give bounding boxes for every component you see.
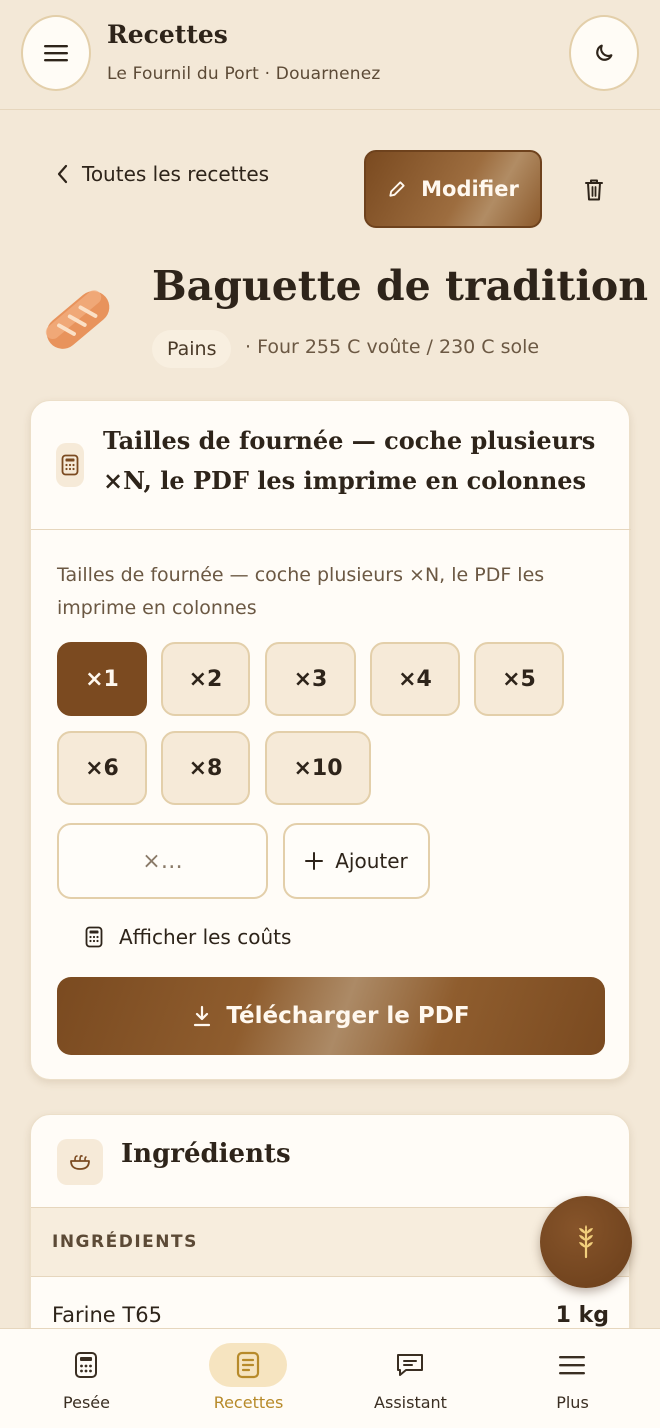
back-link-label: Toutes les recettes (82, 162, 270, 186)
show-costs-label: Afficher les coûts (119, 925, 292, 949)
document-icon (236, 1351, 260, 1379)
app-subtitle: Le Fournil du Port · Douarnenez (107, 64, 381, 84)
menu-button[interactable] (21, 15, 91, 91)
nav-item-assistant[interactable]: Assistant (328, 1329, 493, 1428)
recipe-title: Baguette de tradition (152, 262, 649, 310)
theme-toggle-button[interactable] (569, 15, 639, 91)
chevron-left-icon (57, 164, 68, 184)
moon-icon (596, 44, 613, 61)
menu-icon (559, 1356, 585, 1375)
multiplier-x10-button[interactable]: ×10 (265, 731, 371, 805)
nav-pill (209, 1343, 287, 1387)
ingredient-quantity: 1 kg (555, 1303, 609, 1328)
hamburger-icon (44, 45, 68, 62)
multiplier-x2-button[interactable]: ×2 (161, 642, 250, 716)
bread-icon (38, 278, 118, 362)
edit-button[interactable]: Modifier (364, 150, 542, 228)
oven-temperature: · Four 255 C voûte / 230 C sole (245, 336, 540, 358)
nav-label: Recettes (213, 1393, 284, 1412)
multiplier-x4-button[interactable]: ×4 (370, 642, 460, 716)
download-icon (194, 1005, 211, 1027)
ingredients-title: Ingrédients (121, 1139, 291, 1169)
nav-pill (371, 1343, 449, 1387)
card-divider (31, 529, 631, 530)
app-header: Recettes Le Fournil du Port · Douarnenez (0, 0, 660, 110)
calculator-icon (56, 443, 84, 487)
nav-label: Pesée (63, 1393, 110, 1412)
add-button-label: Ajouter (335, 849, 408, 873)
trash-icon (585, 179, 603, 201)
wheat-icon (579, 1225, 593, 1259)
bowl-icon (57, 1139, 103, 1185)
back-to-recipes-link[interactable]: Toutes les recettes (56, 162, 269, 186)
pencil-icon (389, 181, 405, 197)
add-multiplier-button[interactable]: Ajouter (283, 823, 430, 899)
batch-description: Tailles de fournée — coche plusieurs ×N,… (57, 564, 545, 619)
multiplier-x3-button[interactable]: ×3 (265, 642, 356, 716)
multiplier-x1-button[interactable]: ×1 (57, 642, 147, 716)
app-title: Recettes (107, 20, 228, 49)
multiplier-x6-button[interactable]: ×6 (57, 731, 147, 805)
ingredients-column-header: INGRÉDIENTS (52, 1232, 198, 1252)
chat-icon (397, 1354, 423, 1376)
show-costs-toggle[interactable]: Afficher les coûts (85, 925, 291, 949)
custom-multiplier-input[interactable] (57, 823, 268, 899)
nav-pill (47, 1343, 125, 1387)
download-pdf-button[interactable]: Télécharger le PDF (57, 977, 605, 1055)
nav-item-recettes[interactable]: Recettes (166, 1329, 331, 1428)
category-chip: Pains (152, 330, 232, 368)
batch-sizes-card: Tailles de fournée — coche plusieurs ×N,… (30, 400, 631, 1080)
assistant-fab-button[interactable] (540, 1196, 632, 1288)
bottom-navigation: Pesée Recettes Assistant Plus (0, 1328, 660, 1428)
ingredient-name: Farine T65 (52, 1303, 162, 1327)
nav-item-pesee[interactable]: Pesée (4, 1329, 169, 1428)
batch-card-title: Tailles de fournée — coche plusieurs ×N,… (103, 426, 596, 495)
nav-label: Plus (556, 1393, 589, 1412)
multiplier-x8-button[interactable]: ×8 (161, 731, 250, 805)
delete-button[interactable] (578, 174, 610, 206)
nav-pill (533, 1343, 611, 1387)
multiplier-x5-button[interactable]: ×5 (474, 642, 564, 716)
edit-button-label: Modifier (421, 177, 519, 201)
calculator-icon (85, 926, 103, 948)
nav-label: Assistant (374, 1393, 447, 1412)
nav-item-plus[interactable]: Plus (490, 1329, 655, 1428)
plus-icon (305, 852, 324, 870)
download-pdf-label: Télécharger le PDF (226, 1003, 470, 1029)
calculator-icon (75, 1352, 97, 1378)
